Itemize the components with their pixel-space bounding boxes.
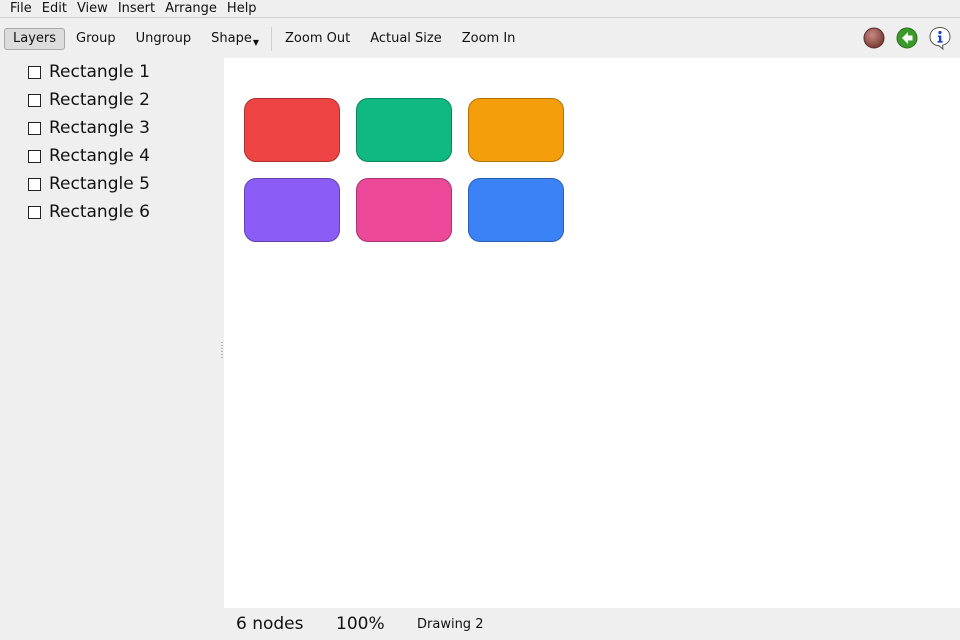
layer-item-rectangle-2[interactable]: Rectangle 2 bbox=[0, 86, 224, 114]
menu-file[interactable]: File bbox=[0, 0, 37, 17]
canvas-rectangle-5[interactable] bbox=[356, 178, 452, 242]
toolbar: Layers Group Ungroup Shape▼ Zoom Out Act… bbox=[0, 19, 960, 58]
layer-item-rectangle-1[interactable]: Rectangle 1 bbox=[0, 58, 224, 86]
canvas-rectangle-4[interactable] bbox=[244, 178, 340, 242]
zoom-level: 100% bbox=[336, 614, 385, 634]
layer-item-rectangle-3[interactable]: Rectangle 3 bbox=[0, 114, 224, 142]
dropdown-arrow-icon: ▼ bbox=[252, 37, 259, 47]
document-name: Drawing 2 bbox=[417, 616, 484, 632]
canvas-rectangle-2[interactable] bbox=[356, 98, 452, 162]
layer-visibility-checkbox[interactable] bbox=[28, 149, 41, 163]
layer-label: Rectangle 3 bbox=[49, 118, 150, 138]
node-count: 6 nodes bbox=[236, 614, 304, 634]
panel-splitter-handle[interactable] bbox=[221, 342, 223, 358]
zoom-in-button[interactable]: Zoom In bbox=[453, 28, 525, 50]
actual-size-button[interactable]: Actual Size bbox=[361, 28, 451, 50]
layer-item-rectangle-4[interactable]: Rectangle 4 bbox=[0, 142, 224, 170]
menu-insert[interactable]: Insert bbox=[113, 0, 160, 17]
layer-visibility-checkbox[interactable] bbox=[28, 121, 41, 135]
menu-help[interactable]: Help bbox=[222, 0, 262, 17]
toolbar-right-icons bbox=[853, 26, 952, 50]
menu-bar: File Edit View Insert Arrange Help bbox=[0, 0, 960, 18]
drawing-canvas[interactable] bbox=[224, 58, 960, 608]
record-icon[interactable] bbox=[862, 26, 886, 50]
canvas-rectangle-6[interactable] bbox=[468, 178, 564, 242]
layer-visibility-checkbox[interactable] bbox=[28, 177, 41, 191]
zoom-out-button[interactable]: Zoom Out bbox=[276, 28, 359, 50]
layer-label: Rectangle 4 bbox=[49, 146, 150, 166]
layer-label: Rectangle 6 bbox=[49, 202, 150, 222]
canvas-rectangle-1[interactable] bbox=[244, 98, 340, 162]
layer-visibility-checkbox[interactable] bbox=[28, 205, 41, 219]
shape-button-label: Shape bbox=[211, 30, 252, 46]
menu-view[interactable]: View bbox=[72, 0, 113, 17]
layer-item-rectangle-6[interactable]: Rectangle 6 bbox=[0, 198, 224, 226]
info-icon[interactable] bbox=[928, 26, 952, 50]
menu-edit[interactable]: Edit bbox=[37, 0, 72, 17]
canvas-rectangle-3[interactable] bbox=[468, 98, 564, 162]
menu-arrange[interactable]: Arrange bbox=[160, 0, 222, 17]
shape-menu-button[interactable]: Shape▼ bbox=[202, 28, 268, 50]
ungroup-button[interactable]: Ungroup bbox=[127, 28, 201, 50]
layer-label: Rectangle 1 bbox=[49, 62, 150, 82]
layer-item-rectangle-5[interactable]: Rectangle 5 bbox=[0, 170, 224, 198]
layer-label: Rectangle 5 bbox=[49, 174, 150, 194]
layer-visibility-checkbox[interactable] bbox=[28, 65, 41, 79]
layers-panel: Rectangle 1 Rectangle 2 Rectangle 3 Rect… bbox=[0, 58, 224, 640]
group-button[interactable]: Group bbox=[67, 28, 125, 50]
back-arrow-icon[interactable] bbox=[895, 26, 919, 50]
status-bar: 6 nodes 100% Drawing 2 bbox=[224, 608, 960, 640]
toolbar-separator bbox=[271, 26, 272, 51]
layer-visibility-checkbox[interactable] bbox=[28, 93, 41, 107]
layers-button[interactable]: Layers bbox=[4, 27, 66, 50]
layer-label: Rectangle 2 bbox=[49, 90, 150, 110]
